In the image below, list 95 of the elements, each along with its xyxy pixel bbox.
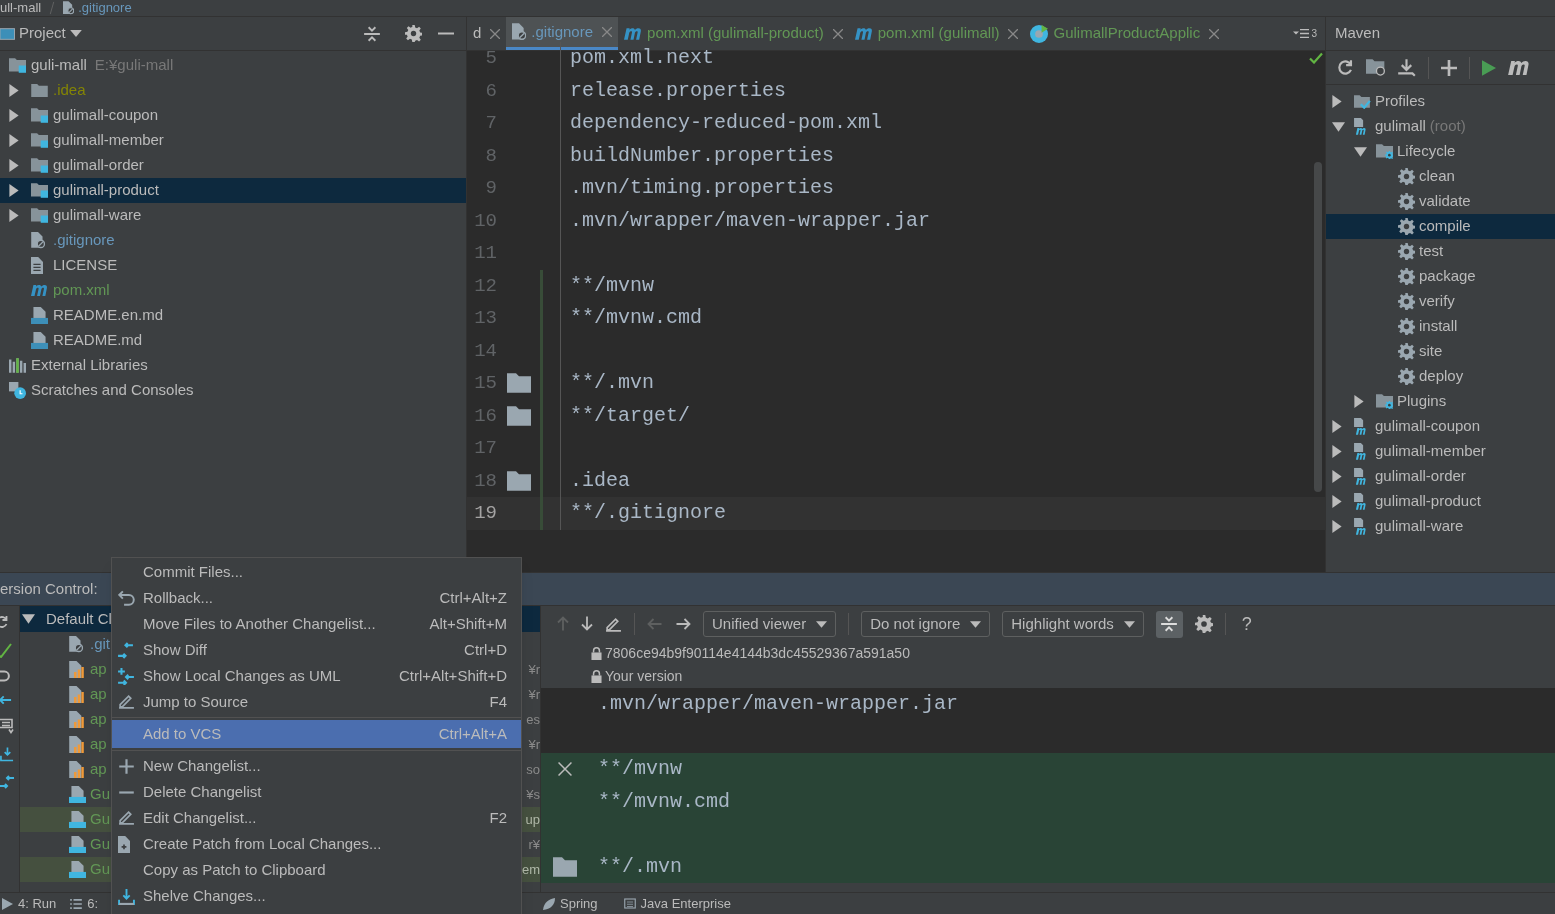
- tree-item-path: ¥r: [528, 735, 540, 754]
- tree-item-label: validate: [1419, 191, 1471, 212]
- line-number: 8: [484, 143, 497, 169]
- menu-shortcut: Ctrl+Alt+A: [438, 723, 507, 744]
- code-line: **/target/: [570, 402, 691, 429]
- tree-item-path: ¥r: [528, 660, 540, 679]
- tree-item-path: E:¥guli-mall: [94, 55, 174, 76]
- tree-item-label: Gu: [90, 859, 110, 880]
- line-number: 7: [484, 111, 497, 136]
- tree-item-label: clean: [1419, 166, 1455, 187]
- line-number: 12: [473, 273, 497, 299]
- menu-shortcut: F4: [489, 691, 507, 712]
- line-number: 9: [484, 176, 497, 201]
- line-number: 13: [473, 306, 497, 331]
- code-line: .mvn/wrapper/maven-wrapper.jar: [570, 207, 931, 234]
- code-line: release.properties: [570, 77, 787, 104]
- tree-item-label: pom.xml: [53, 280, 110, 301]
- tree-item-label: gulimall-ware: [53, 205, 142, 226]
- diff-side-title: 7806ce94b9f90114e4144b3dc45529367a591a50: [605, 644, 910, 663]
- tree-item-label: .git: [90, 634, 110, 655]
- line-number: 6: [484, 78, 497, 104]
- line-number: 15: [473, 371, 497, 396]
- tree-item-label: test: [1419, 241, 1444, 262]
- tree-item-label: Profiles: [1375, 91, 1426, 112]
- menu-shortcut: Alt+Shift+M: [429, 613, 507, 634]
- code-line: buildNumber.properties: [570, 142, 835, 169]
- tree-item-label: Lifecycle: [1397, 141, 1456, 162]
- menu-shortcut: Ctrl+Alt+Z: [439, 587, 507, 608]
- diff-line-text: **/.mvn: [598, 853, 682, 880]
- tree-item-path: up: [525, 810, 540, 829]
- tree-item-label: Plugins: [1397, 391, 1447, 412]
- line-number: 5: [484, 46, 497, 71]
- diff-line-text: **/mvnw: [598, 756, 682, 783]
- tree-item-label: Default Cl: [46, 608, 112, 629]
- diff-line-text: **/mvnw.cmd: [598, 788, 731, 815]
- code-line: .idea: [570, 467, 630, 494]
- line-number: 11: [473, 241, 497, 266]
- tree-item-label: ap: [90, 659, 107, 680]
- tree-item-label: site: [1419, 341, 1443, 362]
- tree-item-label: Gu: [90, 834, 110, 855]
- tree-item-note: (root): [1429, 116, 1466, 137]
- tree-item-label: ap: [90, 684, 107, 705]
- tree-item-label: gulimall: [1375, 116, 1426, 137]
- tree-item-label: guli-mall: [31, 55, 87, 76]
- tree-item-label: Gu: [90, 809, 110, 830]
- tree-item-label: README.en.md: [53, 305, 164, 326]
- tree-item-label: Scratches and Consoles: [31, 380, 194, 401]
- menu-shortcut: Ctrl+D: [464, 639, 507, 660]
- panel-title: ersion Control:: [0, 578, 98, 599]
- tree-item-label: LICENSE: [53, 255, 118, 276]
- tree-item-path: so: [526, 760, 540, 779]
- tree-item-path: r¥: [528, 835, 540, 854]
- line-number: 18: [473, 468, 497, 494]
- panel-title: Maven: [1335, 23, 1381, 44]
- tree-item-label: gulimall-product: [1375, 491, 1481, 512]
- tree-item-label: ap: [90, 734, 107, 755]
- code-line: **/mvnw: [570, 272, 654, 299]
- tree-item-label: ap: [90, 759, 107, 780]
- menu-shortcut: Ctrl+Alt+Shift+D: [399, 665, 507, 686]
- code-line: **/mvnw.cmd: [570, 305, 703, 332]
- tree-item-label: gulimall-member: [1375, 441, 1486, 462]
- line-number: 10: [473, 208, 497, 234]
- code-line: **/.mvn: [570, 370, 654, 397]
- tree-item-label: install: [1419, 316, 1458, 337]
- tree-item-label: README.md: [53, 330, 143, 351]
- line-number: 17: [473, 436, 497, 461]
- tree-item-label: deploy: [1419, 366, 1464, 387]
- tree-item-label: ap: [90, 709, 107, 730]
- tree-item-path: em: [521, 860, 540, 879]
- tree-item-label: package: [1419, 266, 1476, 287]
- tree-item-label: gulimall-order: [53, 155, 144, 176]
- line-number: 19: [473, 501, 497, 526]
- tree-item-label: .gitignore: [53, 230, 115, 251]
- tree-item-label: gulimall-member: [53, 130, 164, 151]
- code-line: .mvn/timing.properties: [570, 175, 835, 202]
- tree-item-label: gulimall-product: [53, 180, 159, 201]
- tree-item-label: compile: [1419, 216, 1471, 237]
- code-line: **/.gitignore: [570, 500, 727, 527]
- tree-item-path: es: [526, 710, 540, 729]
- tree-item-label: verify: [1419, 291, 1455, 312]
- tree-item-path: ¥s: [526, 785, 540, 804]
- tree-item-label: gulimall-coupon: [53, 105, 159, 126]
- menu-shortcut: F2: [489, 807, 507, 828]
- tree-item-path: ¥r: [528, 685, 540, 704]
- tree-item-label: gulimall-order: [1375, 466, 1466, 487]
- line-number: 14: [473, 338, 497, 364]
- line-number: 16: [473, 403, 497, 429]
- tree-item-label: External Libraries: [31, 355, 148, 376]
- tree-item-label: Gu: [90, 784, 110, 805]
- tree-item-label: gulimall-coupon: [1375, 416, 1481, 437]
- code-line: dependency-reduced-pom.xml: [570, 110, 883, 137]
- diff-side-title: Your version: [605, 667, 683, 686]
- tree-item-label: .idea: [53, 80, 86, 101]
- diff-line-text: .mvn/wrapper/maven-wrapper.jar: [598, 691, 959, 718]
- tree-item-label: gulimall-ware: [1375, 516, 1464, 537]
